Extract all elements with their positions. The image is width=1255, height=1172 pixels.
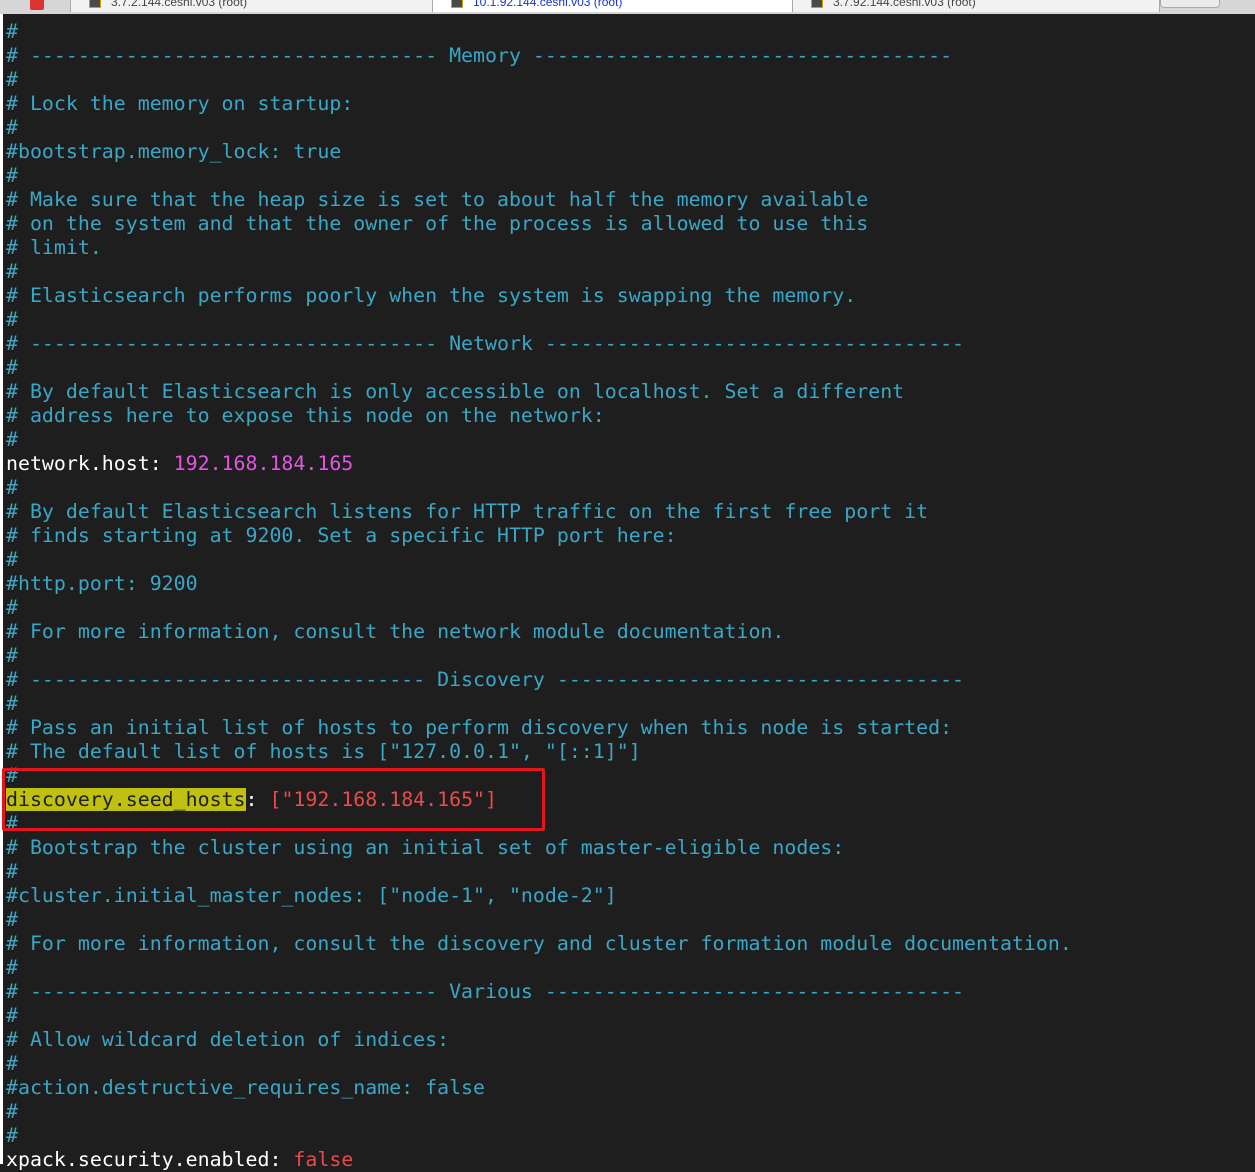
tab-label: 10.1.92.144.ceshi.v03 (root)	[473, 0, 623, 9]
session-tab-3[interactable]: 3.7.92.144.ceshi.v03 (root)	[792, 0, 1160, 12]
terminal-icon	[89, 0, 101, 8]
comment-line: #	[6, 1124, 18, 1147]
comment-line: #	[6, 308, 18, 331]
comment-line: # Make sure that the heap size is set to…	[6, 188, 869, 211]
terminal-icon	[451, 0, 463, 8]
comment-line: # Allow wildcard deletion of indices:	[6, 1028, 450, 1051]
comment-line: # Pass an initial list of hosts to perfo…	[6, 716, 953, 739]
comment-line: # limit.	[6, 236, 102, 259]
config-value: false	[293, 1148, 354, 1171]
comment-line: #	[6, 908, 18, 931]
comment-line: # By default Elasticsearch listens for H…	[6, 500, 929, 523]
comment-line: #	[6, 164, 18, 187]
config-key: network.host	[6, 452, 150, 475]
comment-line: #	[6, 1052, 18, 1075]
comment-line: #	[6, 260, 18, 283]
comment-line: #action.destructive_requires_name: false	[6, 1076, 486, 1099]
comment-line: #http.port: 9200	[6, 572, 198, 595]
session-tab-bar: 3.7.2.144.ceshi.v03 (root) 10.1.92.144.c…	[0, 0, 1255, 14]
comment-line: # on the system and that the owner of th…	[6, 212, 869, 235]
comment-line: #	[6, 20, 18, 43]
comment-line: #cluster.initial_master_nodes: ["node-1"…	[6, 884, 617, 907]
comment-line: # finds starting at 9200. Set a specific…	[6, 524, 677, 547]
comment-line: # The default list of hosts is ["127.0.0…	[6, 740, 641, 763]
comment-line: #	[6, 1100, 18, 1123]
new-tab-button[interactable]	[1160, 0, 1220, 8]
comment-line: #	[6, 596, 18, 619]
key-separator: :	[269, 1148, 294, 1171]
tab-label: 3.7.92.144.ceshi.v03 (root)	[833, 0, 976, 9]
comment-line: # Lock the memory on startup:	[6, 92, 354, 115]
comment-line: #	[6, 1004, 18, 1027]
key-separator: :	[149, 452, 174, 475]
comment-line: # ---------------------------------- Var…	[6, 980, 965, 1003]
config-line: xpack.security.enabled: false	[6, 1148, 1072, 1172]
comment-line: #	[6, 116, 18, 139]
comment-line: #bootstrap.memory_lock: true	[6, 140, 342, 163]
comment-line: # ---------------------------------- Mem…	[6, 44, 953, 67]
comment-line: #	[6, 548, 18, 571]
comment-line: # Bootstrap the cluster using an initial…	[6, 836, 845, 859]
comment-line: #	[6, 428, 18, 451]
comment-line: #	[6, 356, 18, 379]
comment-line: #	[6, 692, 18, 715]
app-icon[interactable]	[30, 0, 44, 10]
comment-line: #	[6, 476, 18, 499]
terminal-icon	[811, 0, 823, 8]
config-value: 192.168.184.165	[173, 452, 354, 475]
comment-line: #	[6, 860, 18, 883]
session-tab-1[interactable]: 3.7.2.144.ceshi.v03 (root)	[70, 0, 438, 12]
config-key: xpack.security.enabled	[6, 1148, 270, 1171]
comment-line: # address here to expose this node on th…	[6, 404, 605, 427]
terminal-content[interactable]: # # ---------------------------------- Me…	[6, 20, 1072, 1172]
config-line: network.host: 192.168.184.165	[6, 452, 1072, 476]
comment-line: #	[6, 644, 18, 667]
comment-line: # For more information, consult the netw…	[6, 620, 785, 643]
comment-line: #	[6, 68, 18, 91]
comment-line: # ---------------------------------- Net…	[6, 332, 965, 355]
comment-line: #	[6, 956, 18, 979]
session-tab-2[interactable]: 10.1.92.144.ceshi.v03 (root)	[432, 0, 798, 12]
comment-line: # By default Elasticsearch is only acces…	[6, 380, 905, 403]
comment-line: # For more information, consult the disc…	[6, 932, 1072, 955]
window-left-border	[0, 14, 3, 1164]
tab-label: 3.7.2.144.ceshi.v03 (root)	[111, 0, 248, 9]
comment-line: # --------------------------------- Disc…	[6, 668, 965, 691]
comment-line: # Elasticsearch performs poorly when the…	[6, 284, 857, 307]
annotation-highlight-box	[2, 768, 545, 831]
